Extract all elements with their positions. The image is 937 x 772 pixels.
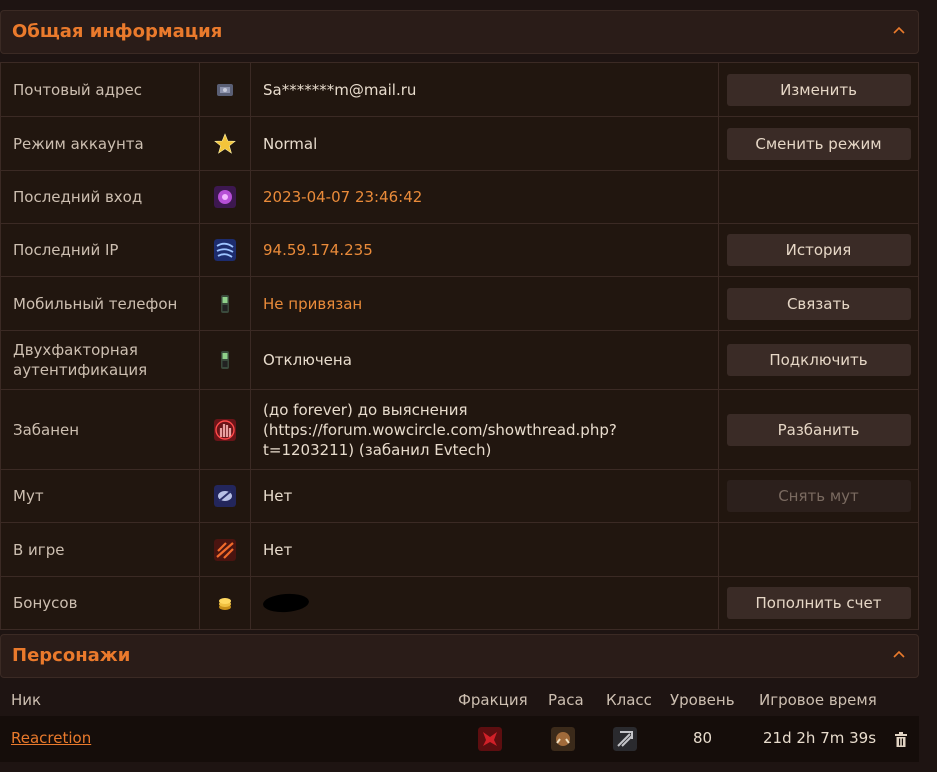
row-label: Бонусов: [1, 577, 200, 629]
coins-icon: [219, 598, 231, 610]
table-row: Reacretion 80 21d 2h 7m 39s: [0, 716, 919, 762]
mute-value: Нет: [251, 470, 719, 522]
enable-2fa-button[interactable]: Подключить: [726, 344, 911, 376]
email-value: Sa*******m@mail.ru: [251, 63, 719, 116]
col-name: Ник: [11, 691, 42, 709]
unmute-button[interactable]: Снять мут: [726, 480, 911, 512]
ban-value: (до forever) до выяснения (https://forum…: [251, 390, 719, 469]
row-two-factor: Двухфакторная аутентификация Отключена П…: [1, 331, 918, 390]
row-in-game: В игре Нет: [1, 523, 918, 577]
horde-icon: [478, 727, 502, 751]
account-mode-value: Normal: [251, 117, 719, 170]
row-label: Забанен: [1, 390, 200, 469]
row-bonuses: Бонусов Пополнить счет: [1, 577, 918, 629]
unban-button[interactable]: Разбанить: [726, 413, 911, 446]
character-level: 80: [693, 729, 713, 747]
empty-action: [719, 523, 918, 576]
row-label: Мобильный телефон: [1, 277, 200, 330]
mailbox-icon: [217, 83, 233, 96]
col-class: Класс: [606, 691, 652, 709]
in-game-icon: [214, 538, 236, 561]
change-email-button[interactable]: Изменить: [726, 73, 911, 106]
row-mute: Мут Нет Снять мут: [1, 470, 918, 523]
chevron-up-icon[interactable]: [892, 647, 906, 661]
row-email: Почтовый адрес Sa*******m@mail.ru Измени…: [1, 63, 918, 117]
network-icon: [214, 239, 236, 261]
row-label: Режим аккаунта: [1, 117, 200, 170]
mute-icon: [214, 485, 236, 507]
characters-title: Персонажи: [12, 645, 131, 666]
col-level: Уровень: [670, 691, 735, 709]
phone-icon: [221, 294, 229, 313]
row-label: Двухфакторная аутентификация: [1, 331, 200, 389]
row-last-ip: Последний IP 94.59.174.235 История: [1, 224, 918, 277]
col-faction: Фракция: [458, 691, 528, 709]
row-label: Почтовый адрес: [1, 63, 200, 116]
trash-icon[interactable]: [894, 732, 908, 747]
col-playtime: Игровое время: [759, 691, 877, 709]
col-race: Раса: [548, 691, 584, 709]
row-label: Мут: [1, 470, 200, 522]
chevron-up-icon[interactable]: [892, 23, 906, 37]
general-info-header[interactable]: Общая информация: [0, 10, 919, 54]
phone-icon: [221, 351, 229, 369]
row-label: Последний вход: [1, 171, 200, 223]
account-info-table: Почтовый адрес Sa*******m@mail.ru Измени…: [0, 62, 919, 630]
row-label: Последний IP: [1, 224, 200, 276]
bonuses-value: [251, 577, 719, 629]
character-name-link[interactable]: Reacretion: [11, 729, 91, 747]
portal-icon: [214, 186, 236, 208]
row-banned: Забанен (до forever) до выяснения (https…: [1, 390, 918, 470]
row-label: В игре: [1, 523, 200, 576]
link-phone-button[interactable]: Связать: [726, 287, 911, 320]
two-factor-value: Отключена: [251, 331, 719, 389]
row-mobile-phone: Мобильный телефон Не привязан Связать: [1, 277, 918, 331]
redacted-mark: [262, 592, 310, 614]
characters-header[interactable]: Персонажи: [0, 634, 919, 678]
orc-icon: [551, 727, 575, 751]
in-game-value: Нет: [251, 523, 719, 576]
characters-table-header: Ник Фракция Раса Класс Уровень Игровое в…: [0, 686, 919, 716]
empty-action: [719, 171, 918, 223]
warrior-icon: [613, 727, 637, 751]
row-account-mode: Режим аккаунта Normal Сменить режим: [1, 117, 918, 171]
phone-value: Не привязан: [251, 277, 719, 330]
general-info-title: Общая информация: [12, 21, 223, 42]
star-icon: [214, 132, 236, 154]
last-login-value: 2023-04-07 23:46:42: [251, 171, 719, 223]
last-ip-value: 94.59.174.235: [251, 224, 719, 276]
ip-history-button[interactable]: История: [726, 234, 911, 266]
change-mode-button[interactable]: Сменить режим: [726, 127, 911, 160]
character-playtime: 21d 2h 7m 39s: [763, 729, 877, 747]
row-last-login: Последний вход 2023-04-07 23:46:42: [1, 171, 918, 224]
top-up-button[interactable]: Пополнить счет: [726, 587, 911, 619]
ban-hand-icon: [214, 418, 236, 441]
